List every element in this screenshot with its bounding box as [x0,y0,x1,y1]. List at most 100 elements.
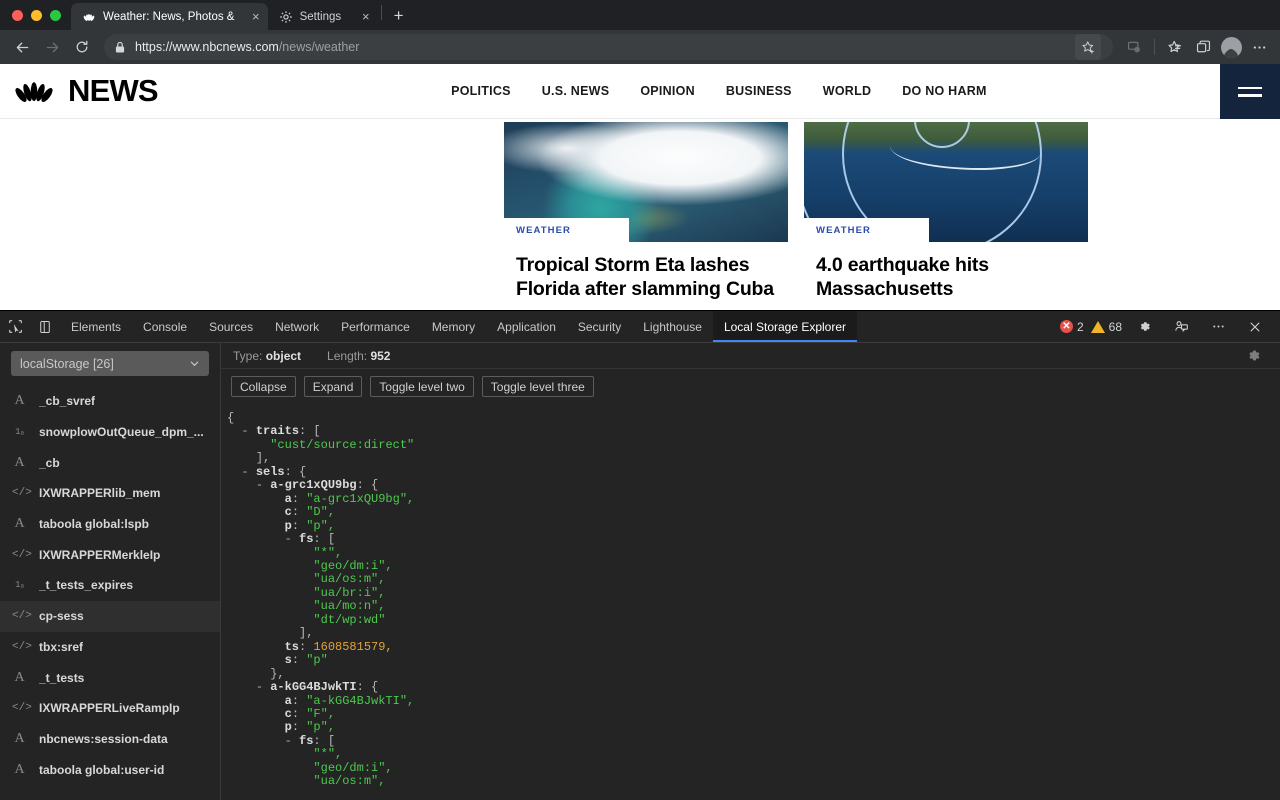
warning-count-badge[interactable]: 68 [1090,320,1122,334]
json-expand-button[interactable]: Expand [303,376,363,397]
storage-scope-select[interactable]: localStorage [26] [11,351,209,376]
more-horizontal-icon [1253,45,1265,49]
tab-close-icon[interactable]: × [352,10,370,23]
tab-console[interactable]: Console [132,311,198,342]
peacock-favicon-icon [83,13,95,21]
inspect-element-button[interactable] [0,311,30,342]
json-line: - fs: [ [284,532,336,547]
number-type-icon: 1₀ [15,427,25,438]
browser-tab-weather[interactable]: Weather: News, Photos &amp × [71,3,268,30]
site-menu-button[interactable] [1220,64,1280,119]
json-line: "ua/br:i", [313,585,386,600]
json-toggle-level-three-button[interactable]: Toggle level three [481,376,594,397]
json-toggle-level-two-button[interactable]: Toggle level two [370,376,474,397]
article-image-earthquake: WEATHER [804,122,1088,242]
nav-item-opinion[interactable]: OPINION [640,84,695,98]
address-bar[interactable]: https://www.nbcnews.com/news/weather [104,34,1113,60]
gear-icon [1249,350,1260,361]
storage-key-label: cp-sess [39,609,84,624]
storage-key-label: _cb_svref [39,394,96,409]
devtools-feedback-button[interactable] [1166,319,1196,334]
article-card-list: WEATHER Tropical Storm Eta lashes Florid… [504,122,1088,301]
error-count-badge[interactable]: ✕ 2 [1059,320,1084,334]
storage-key-label: tbx:sref [39,639,84,654]
json-line: "ua/os:m", [313,774,386,789]
device-toolbar-button[interactable] [30,311,60,342]
storage-key-item[interactable]: </> tbx:sref [0,632,220,663]
browser-essentials-button[interactable] [1190,34,1216,60]
article-headline[interactable]: 4.0 earthquake hits Massachusetts [804,242,1088,301]
storage-key-item[interactable]: Ataboola global:lspb [0,509,220,540]
collections-button[interactable] [1121,34,1147,60]
nav-item-us-news[interactable]: U.S. NEWS [542,84,610,98]
tab-elements[interactable]: Elements [60,311,132,342]
favorites-star-lines-icon [1167,40,1181,52]
storage-key-item[interactable]: A _cb_svref [0,386,220,417]
tab-network[interactable]: Network [264,311,330,342]
nav-item-world[interactable]: WORLD [823,84,871,98]
article-card[interactable]: WEATHER Tropical Storm Eta lashes Florid… [504,122,788,301]
back-icon [16,42,28,52]
article-card[interactable]: WEATHER 4.0 earthquake hits Massachusett… [804,122,1088,301]
json-tree-view[interactable]: { - traits: [ "cust/source:direct" ], - … [221,404,1280,800]
storage-key-label: _t_tests [39,670,85,685]
devtools-settings-button[interactable] [1129,319,1159,334]
json-collapse-button[interactable]: Collapse [231,376,296,397]
json-line: "*", [313,545,343,560]
article-headline[interactable]: Tropical Storm Eta lashes Florida after … [504,242,788,301]
new-tab-button[interactable]: + [388,5,410,27]
reload-button[interactable] [68,33,96,61]
tab-application[interactable]: Application [486,311,567,342]
tab-sources[interactable]: Sources [198,311,264,342]
storage-key-item[interactable]: A _cb [0,447,220,478]
storage-key-item[interactable]: 1₀ snowplowOutQueue_dpm_... [0,417,220,448]
browser-tab-settings[interactable]: Settings × [268,3,378,30]
storage-key-sidebar: localStorage [26] A _cb_svref 1₀ snowplowOu… [0,343,221,800]
favorite-button[interactable] [1075,34,1101,60]
value-meta-bar: Type: object Length: 952 [221,343,1280,369]
storage-key-item[interactable]: </> IXWRAPPERMerkleIp [0,539,220,570]
json-line: a: "a-kGG4BJwkTI", [284,693,415,708]
storage-key-item[interactable]: Ataboola global:user-id [0,754,220,785]
maximize-window-button[interactable] [50,9,61,21]
devtools-tab-bar: Elements Console Sources Network Perform… [0,311,1280,343]
storage-key-item[interactable]: Anbcnews:session-data [0,724,220,755]
json-line: - a-grc1xQU9bg: { [255,478,379,493]
explorer-settings-button[interactable] [1245,347,1262,367]
storage-key-item[interactable]: A _t_tests [0,662,220,693]
storage-key-item[interactable]: 1₀ _t_tests_expires [0,570,220,601]
back-button[interactable] [8,33,36,61]
close-window-button[interactable] [12,9,23,21]
nav-item-business[interactable]: BUSINESS [726,84,792,98]
tab-security[interactable]: Security [567,311,632,342]
forward-button[interactable] [38,33,66,61]
tab-lighthouse[interactable]: Lighthouse [632,311,713,342]
tab-close-icon[interactable]: × [242,10,260,23]
tab-performance[interactable]: Performance [330,311,421,342]
devtools-status-area: ✕ 2 68 [1059,311,1280,342]
json-line: "geo/dm:i", [313,558,393,573]
number-type-icon: 1₀ [15,580,25,591]
nav-item-politics[interactable]: POLITICS [451,84,511,98]
devtools-more-button[interactable] [1203,319,1233,334]
object-type-icon: </> [12,702,32,715]
json-line: - fs: [ [284,733,336,748]
minimize-window-button[interactable] [31,9,42,21]
storage-key-item[interactable]: </> cp-sess [0,600,220,632]
error-icon: ✕ [1059,320,1073,333]
storage-key-item[interactable]: </> IXWRAPPERlib_mem [0,478,220,509]
devtools-close-button[interactable] [1240,320,1270,334]
site-logo[interactable]: NEWS [0,73,159,109]
storage-key-item[interactable]: </> IXWRAPPERLiveRampIp [0,693,220,724]
json-line: a: "a-grc1xQU9bg", [284,491,415,506]
tab-local-storage-explorer[interactable]: Local Storage Explorer [712,311,858,342]
settings-and-more-button[interactable] [1246,34,1272,60]
tab-memory[interactable]: Memory [421,311,486,342]
profile-button[interactable] [1218,34,1244,60]
web-page-content: NEWS POLITICS U.S. NEWS OPINION BUSINESS… [0,64,1280,314]
object-type-icon: </> [12,640,32,653]
close-icon [1250,322,1260,331]
devtools-panel: Elements Console Sources Network Perform… [0,310,1280,800]
favorites-bar-button[interactable] [1162,34,1188,60]
nav-item-do-no-harm[interactable]: DO NO HARM [902,84,986,98]
